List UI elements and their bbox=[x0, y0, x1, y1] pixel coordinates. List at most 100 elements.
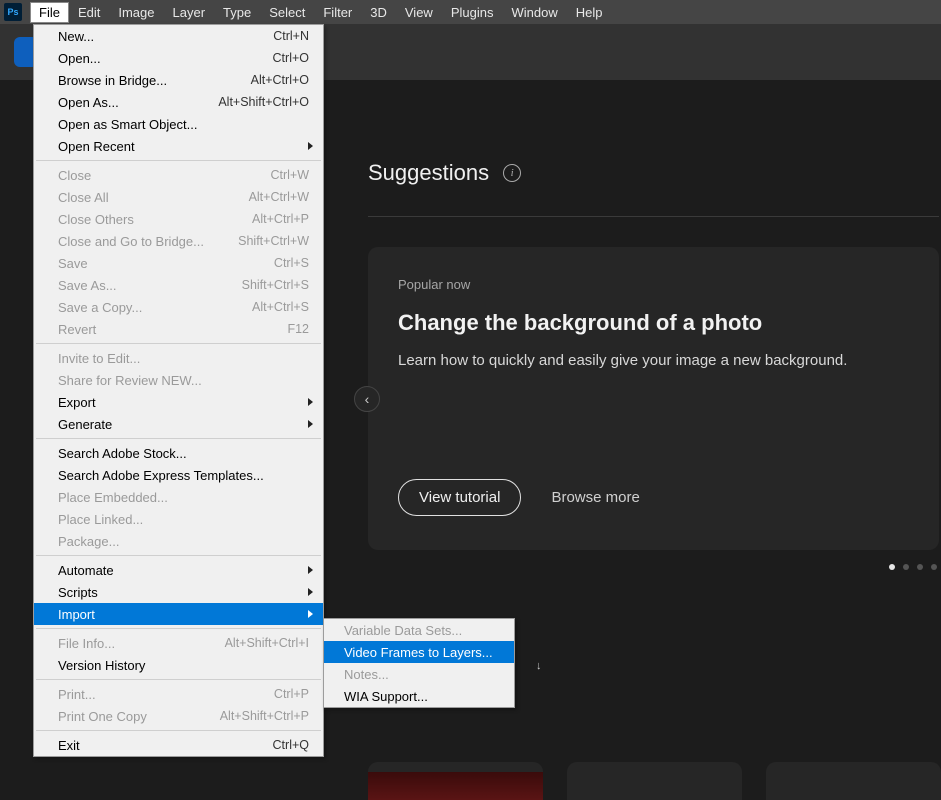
file-menu-item[interactable]: Open Recent bbox=[34, 135, 323, 157]
menu-image[interactable]: Image bbox=[109, 2, 163, 23]
view-tutorial-button[interactable]: View tutorial bbox=[398, 479, 521, 516]
file-menu-item[interactable]: Export bbox=[34, 391, 323, 413]
file-menu-item[interactable]: Browse in Bridge...Alt+Ctrl+O bbox=[34, 69, 323, 91]
file-menu-item[interactable]: Generate bbox=[34, 413, 323, 435]
import-submenu-item[interactable]: WIA Support... bbox=[324, 685, 514, 707]
menu-item-shortcut: Alt+Ctrl+S bbox=[252, 300, 309, 314]
menu-item-label: Import bbox=[58, 607, 309, 622]
menu-separator bbox=[36, 628, 321, 629]
import-submenu-item: Variable Data Sets... bbox=[324, 619, 514, 641]
submenu-arrow-icon bbox=[308, 398, 313, 406]
thumbnail[interactable] bbox=[567, 762, 742, 800]
file-menu-item[interactable]: Automate bbox=[34, 559, 323, 581]
menu-item-shortcut: Shift+Ctrl+W bbox=[238, 234, 309, 248]
card-tag: Popular now bbox=[398, 277, 909, 292]
import-submenu: Variable Data Sets...Video Frames to Lay… bbox=[323, 618, 515, 708]
dot[interactable] bbox=[903, 564, 909, 570]
menu-item-label: Invite to Edit... bbox=[58, 351, 309, 366]
menu-item-label: Save As... bbox=[58, 278, 242, 293]
file-menu-item: Close and Go to Bridge...Shift+Ctrl+W bbox=[34, 230, 323, 252]
menu-separator bbox=[36, 730, 321, 731]
file-menu-item: Invite to Edit... bbox=[34, 347, 323, 369]
menu-plugins[interactable]: Plugins bbox=[442, 2, 503, 23]
menu-item-shortcut: Alt+Shift+Ctrl+I bbox=[225, 636, 309, 650]
info-icon[interactable]: i bbox=[503, 164, 521, 182]
menu-item-label: Place Linked... bbox=[58, 512, 309, 527]
card-title: Change the background of a photo bbox=[398, 310, 909, 336]
file-menu-item: Place Embedded... bbox=[34, 486, 323, 508]
file-menu-item[interactable]: Import bbox=[34, 603, 323, 625]
sort-control[interactable]: ↓ bbox=[536, 660, 941, 672]
menu-item-label: Close and Go to Bridge... bbox=[58, 234, 238, 249]
carousel-prev-button[interactable]: ‹ bbox=[354, 386, 380, 412]
browse-more-link[interactable]: Browse more bbox=[551, 489, 639, 506]
menu-item-label: Open Recent bbox=[58, 139, 309, 154]
dot[interactable] bbox=[931, 564, 937, 570]
card-desc: Learn how to quickly and easily give you… bbox=[398, 352, 909, 369]
menu-item-label: Search Adobe Express Templates... bbox=[58, 468, 309, 483]
menu-item-label: Open As... bbox=[58, 95, 218, 110]
menu-item-shortcut: Alt+Ctrl+W bbox=[249, 190, 309, 204]
menu-filter[interactable]: Filter bbox=[314, 2, 361, 23]
menu-item-label: Share for Review NEW... bbox=[58, 373, 309, 388]
submenu-arrow-icon bbox=[308, 610, 313, 618]
menu-type[interactable]: Type bbox=[214, 2, 260, 23]
menu-file[interactable]: File bbox=[30, 2, 69, 23]
file-menu-item: Print One CopyAlt+Shift+Ctrl+P bbox=[34, 705, 323, 727]
submenu-arrow-icon bbox=[308, 420, 313, 428]
menu-window[interactable]: Window bbox=[502, 2, 566, 23]
file-menu-item: Print...Ctrl+P bbox=[34, 683, 323, 705]
menu-view[interactable]: View bbox=[396, 2, 442, 23]
menu-edit[interactable]: Edit bbox=[69, 2, 109, 23]
menu-help[interactable]: Help bbox=[567, 2, 612, 23]
menu-item-shortcut: Ctrl+Q bbox=[273, 738, 309, 752]
file-menu-item[interactable]: Open...Ctrl+O bbox=[34, 47, 323, 69]
submenu-arrow-icon bbox=[308, 142, 313, 150]
menu-item-shortcut: Alt+Ctrl+O bbox=[251, 73, 309, 87]
menu-separator bbox=[36, 438, 321, 439]
menubar: Ps FileEditImageLayerTypeSelectFilter3DV… bbox=[0, 0, 941, 24]
file-menu-item[interactable]: New...Ctrl+N bbox=[34, 25, 323, 47]
menu-layer[interactable]: Layer bbox=[164, 2, 215, 23]
menu-separator bbox=[36, 679, 321, 680]
import-submenu-item[interactable]: Video Frames to Layers... bbox=[324, 641, 514, 663]
file-menu-item[interactable]: ExitCtrl+Q bbox=[34, 734, 323, 756]
dot[interactable] bbox=[917, 564, 923, 570]
menu-item-label: Open... bbox=[58, 51, 273, 66]
file-menu-item[interactable]: Open as Smart Object... bbox=[34, 113, 323, 135]
file-menu-item[interactable]: Search Adobe Stock... bbox=[34, 442, 323, 464]
menu-3d[interactable]: 3D bbox=[361, 2, 396, 23]
menu-item-label: Browse in Bridge... bbox=[58, 73, 251, 88]
menu-item-label: Place Embedded... bbox=[58, 490, 309, 505]
thumbnail[interactable] bbox=[766, 762, 941, 800]
menu-separator bbox=[36, 160, 321, 161]
menu-item-label: Print One Copy bbox=[58, 709, 220, 724]
sort-arrow-icon: ↓ bbox=[536, 660, 542, 672]
menu-item-shortcut: Ctrl+P bbox=[274, 687, 309, 701]
submenu-arrow-icon bbox=[308, 588, 313, 596]
file-menu-item: SaveCtrl+S bbox=[34, 252, 323, 274]
menu-item-label: Package... bbox=[58, 534, 309, 549]
file-menu-item: Place Linked... bbox=[34, 508, 323, 530]
file-menu-dropdown: New...Ctrl+NOpen...Ctrl+OBrowse in Bridg… bbox=[33, 24, 324, 757]
menu-item-label: File Info... bbox=[58, 636, 225, 651]
dot[interactable] bbox=[889, 564, 895, 570]
menu-item-label: Close Others bbox=[58, 212, 252, 227]
file-menu-item: Share for Review NEW... bbox=[34, 369, 323, 391]
file-menu-item[interactable]: Scripts bbox=[34, 581, 323, 603]
menu-item-label: Print... bbox=[58, 687, 274, 702]
file-menu-item: Package... bbox=[34, 530, 323, 552]
menu-item-label: Generate bbox=[58, 417, 309, 432]
menu-separator bbox=[36, 343, 321, 344]
file-menu-item[interactable]: Search Adobe Express Templates... bbox=[34, 464, 323, 486]
menu-item-shortcut: Ctrl+O bbox=[273, 51, 309, 65]
file-menu-item: RevertF12 bbox=[34, 318, 323, 340]
file-menu-item[interactable]: Version History bbox=[34, 654, 323, 676]
file-menu-item[interactable]: Open As...Alt+Shift+Ctrl+O bbox=[34, 91, 323, 113]
file-menu-item: Close OthersAlt+Ctrl+P bbox=[34, 208, 323, 230]
menu-select[interactable]: Select bbox=[260, 2, 314, 23]
file-menu-item: Save As...Shift+Ctrl+S bbox=[34, 274, 323, 296]
menu-item-label: New... bbox=[58, 29, 273, 44]
menu-item-label: Automate bbox=[58, 563, 309, 578]
thumbnail[interactable] bbox=[368, 762, 543, 800]
